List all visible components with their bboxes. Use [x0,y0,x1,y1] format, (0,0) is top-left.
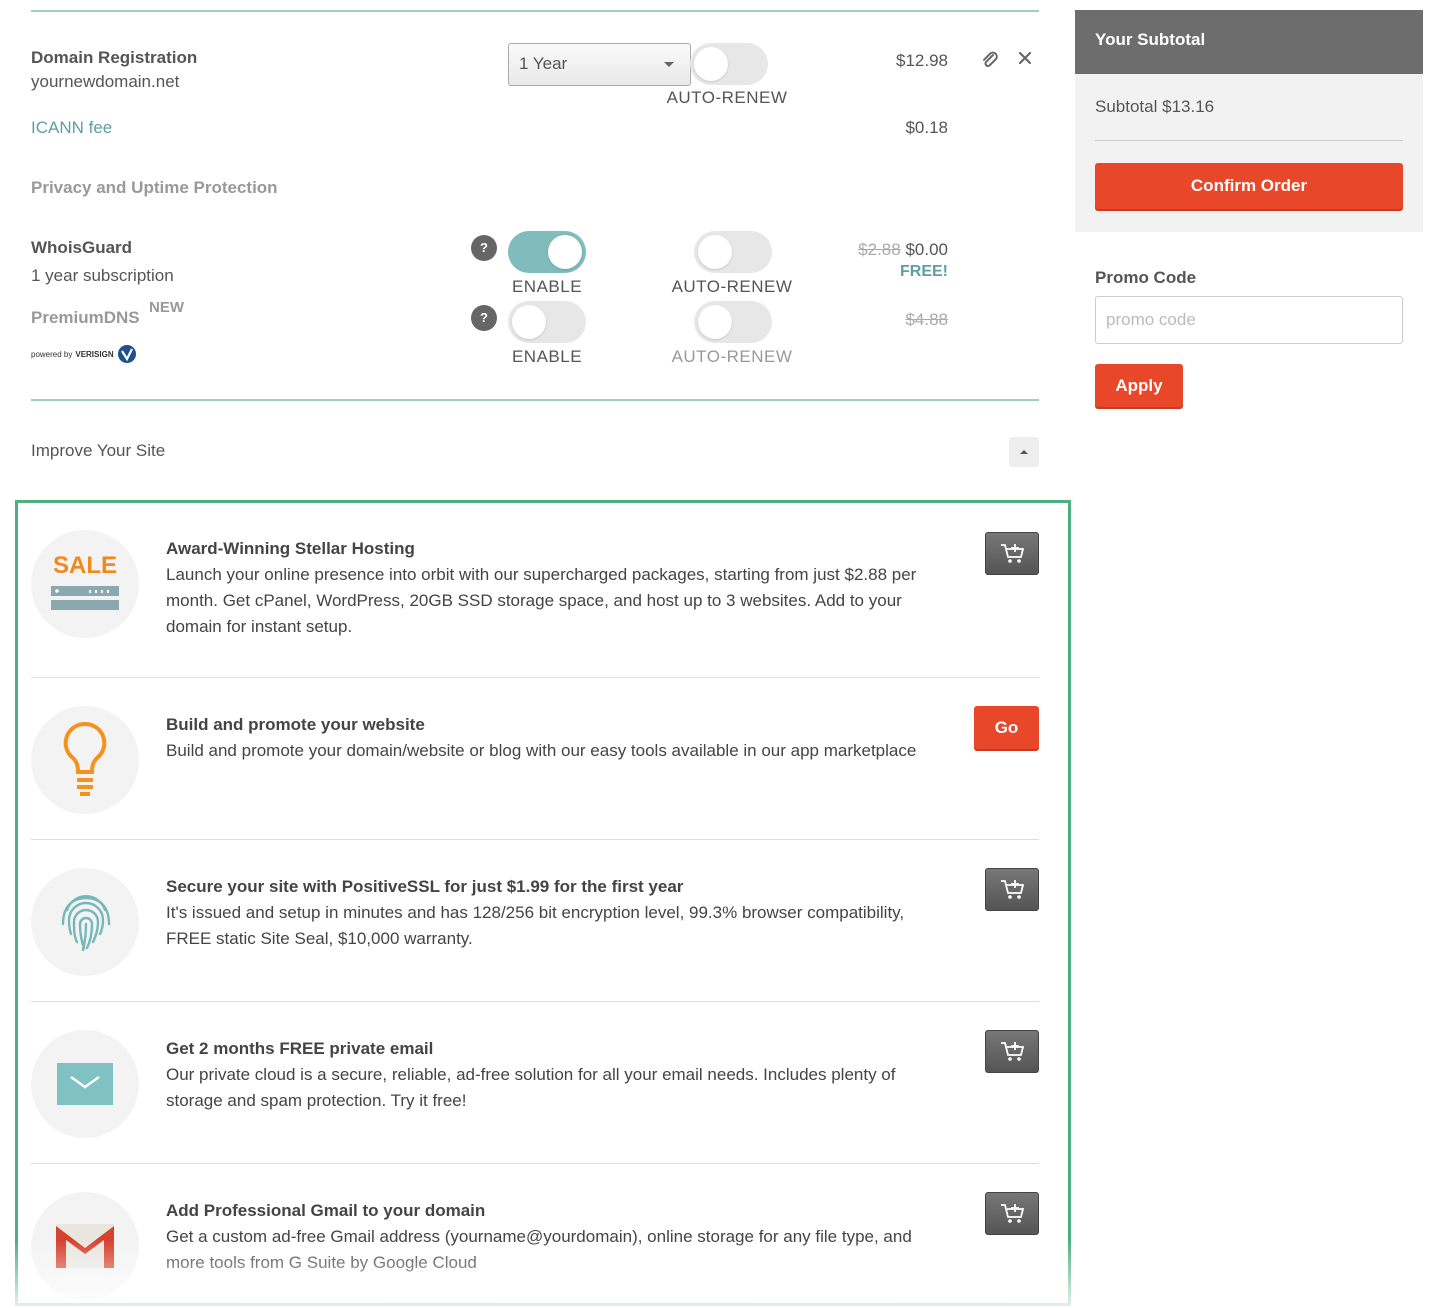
domain-auto-renew-toggle[interactable] [690,43,768,85]
period-select-value: 1 Year [519,54,568,73]
upsell-divider [31,839,1039,840]
whoisguard-free-label: FREE! [900,263,948,280]
upsell-item: Get 2 months FREE private email Our priv… [31,1030,1039,1164]
whoisguard-enable-label: ENABLE [511,277,583,296]
upsell-title: Add Professional Gmail to your domain [166,1201,486,1220]
domain-registration-title: Domain Registration [31,48,198,67]
promo-heading: Promo Code [1095,268,1197,287]
chevron-down-icon [664,62,674,67]
cart-plus-icon [1001,880,1025,899]
verisign-logo: powered by VERISIGN [31,344,137,364]
whoisguard-auto-renew-label: AUTO-RENEW [671,277,793,296]
sale-server-icon: SALE [31,530,139,638]
premiumdns-old-price: $4.88 [905,310,948,329]
apply-button[interactable]: Apply [1095,364,1183,407]
upsell-divider [31,1001,1039,1002]
upsell-title: Get 2 months FREE private email [166,1039,434,1058]
cart-plus-icon [1001,1204,1025,1223]
verisign-check-icon [117,345,136,363]
upsell-divider [31,1163,1039,1164]
subtotal-line: Subtotal $13.16 [1095,97,1214,117]
promo-code-input[interactable]: promo code [1095,296,1403,344]
premiumdns-enable-label: ENABLE [511,347,583,366]
upsell-description: Launch your online presence into orbit w… [166,565,917,636]
sale-badge: SALE [53,552,118,579]
envelope-icon [31,1030,139,1138]
period-select[interactable]: 1 Year [508,43,691,86]
subtotal-header: Your Subtotal [1075,10,1423,74]
whoisguard-enable-toggle[interactable] [508,231,586,273]
confirm-order-button[interactable]: Confirm Order [1095,163,1403,209]
upsell-item: Add Professional Gmail to your domain Ge… [31,1192,1039,1302]
upsell-divider [31,677,1039,678]
premiumdns-auto-renew-label: AUTO-RENEW [671,347,793,366]
upsell-item: SALE Award-Winning Stellar Hosting Launc… [31,530,1039,678]
upsell-item: Secure your site with PositiveSSL for ju… [31,868,1039,1002]
improve-heading: Improve Your Site [31,441,166,460]
icann-fee-label: ICANN fee [31,118,113,137]
add-to-cart-button[interactable] [985,1192,1039,1235]
upsell-title: Award-Winning Stellar Hosting [166,539,415,558]
upsell-description: It's issued and setup in minutes and has… [166,903,905,948]
whoisguard-help-icon[interactable]: ? [471,235,497,261]
premiumdns-title: PremiumDNS [31,308,140,327]
domain-price: $12.98 [896,51,948,70]
whoisguard-old-price: $2.88 [858,240,901,259]
go-button[interactable]: Go [974,706,1039,749]
premiumdns-help-icon[interactable]: ? [471,305,497,331]
whoisguard-title: WhoisGuard [31,238,133,257]
lightbulb-icon [31,706,139,814]
gmail-icon [31,1192,139,1300]
upsell-title: Build and promote your website [166,715,425,734]
premiumdns-enable-toggle[interactable] [508,301,586,343]
fingerprint-icon [31,868,139,976]
whoisguard-auto-renew-toggle[interactable] [694,231,772,273]
upsell-description: Get a custom ad-free Gmail address (your… [166,1227,912,1272]
add-to-cart-button[interactable] [985,532,1039,575]
whoisguard-subtitle: 1 year subscription [31,266,174,285]
subtotal-label: Subtotal [1095,97,1158,116]
premiumdns-new-badge: NEW [149,299,184,316]
subtotal-divider [1095,140,1403,141]
paperclip-icon[interactable] [980,50,1000,75]
domain-auto-renew-label: AUTO-RENEW [666,88,788,107]
upsell-description: Build and promote your domain/website or… [166,741,917,760]
section-divider [31,399,1039,401]
upsell-item: Build and promote your website Build and… [31,706,1039,840]
subtotal-value: $13.16 [1162,97,1215,116]
domain-name: yournewdomain.net [31,72,180,91]
upsell-title: Secure your site with PositiveSSL for ju… [166,877,684,896]
caret-up-icon [1020,450,1028,454]
cart-plus-icon [1001,1042,1025,1061]
close-icon[interactable] [1017,50,1033,71]
powered-by-text: powered by [31,349,73,359]
add-to-cart-button[interactable] [985,868,1039,911]
privacy-heading: Privacy and Uptime Protection [31,178,278,197]
verisign-brand: VERISIGN [75,349,114,359]
whoisguard-price: $0.00 [905,240,948,259]
premiumdns-auto-renew-toggle[interactable] [694,301,772,343]
cart-plus-icon [1001,544,1025,563]
upsell-description: Our private cloud is a secure, reliable,… [166,1065,896,1110]
top-divider [31,10,1039,12]
icann-fee-price: $0.18 [905,118,948,137]
collapse-button[interactable] [1009,437,1039,467]
add-to-cart-button[interactable] [985,1030,1039,1073]
